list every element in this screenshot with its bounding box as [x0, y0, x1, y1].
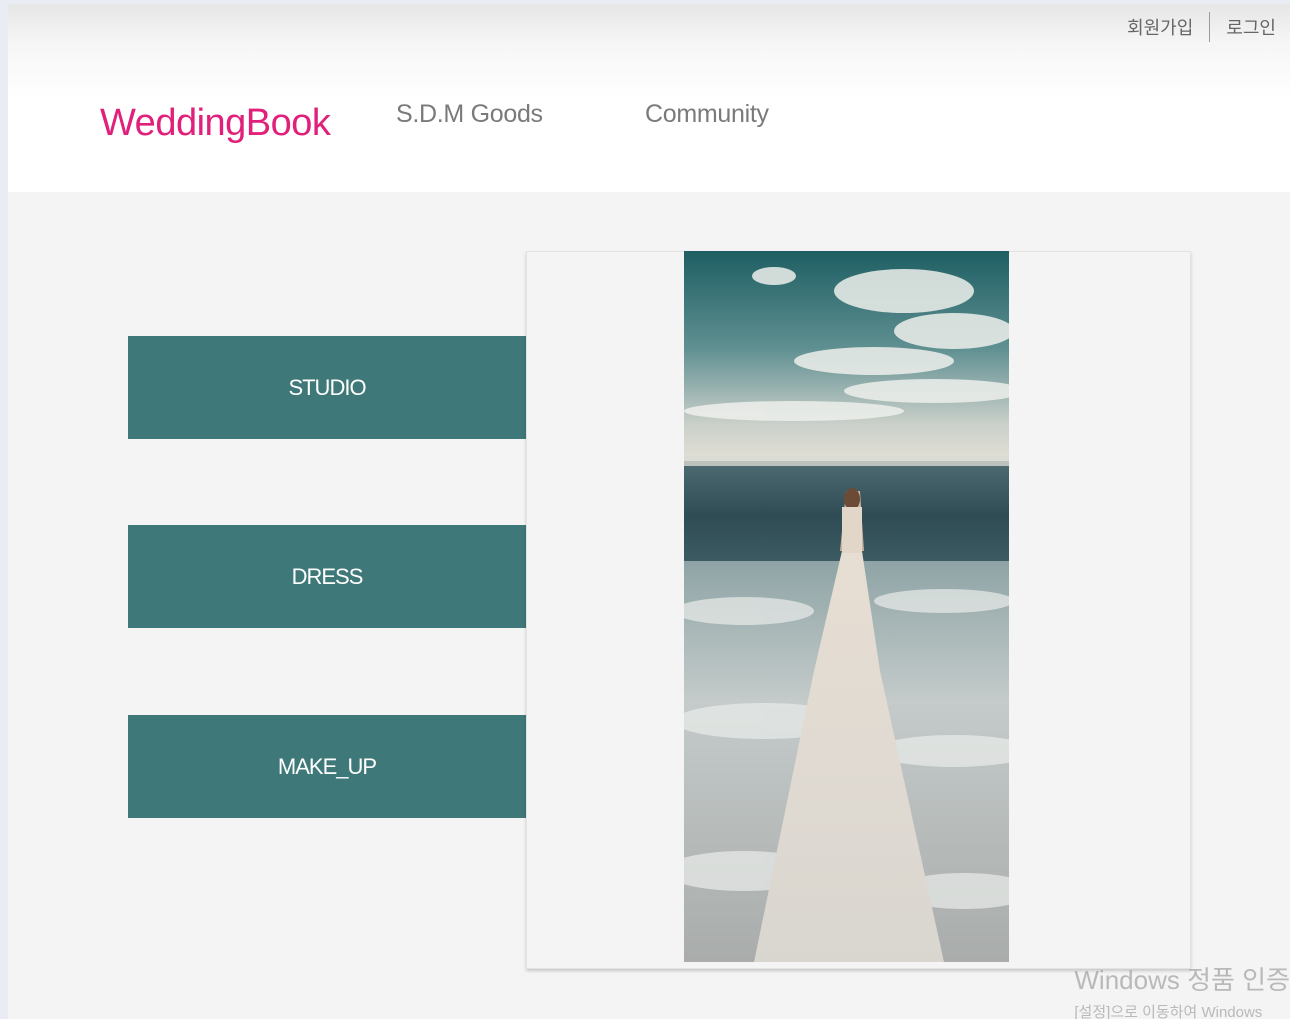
- featured-photo-card: [526, 251, 1191, 969]
- bride-ocean-photo[interactable]: [684, 251, 1009, 962]
- site-logo[interactable]: WeddingBook: [100, 102, 331, 145]
- auth-divider: [1209, 12, 1211, 42]
- studio-button[interactable]: STUDIO: [128, 336, 526, 439]
- nav-community[interactable]: Community: [645, 100, 769, 129]
- login-link[interactable]: 로그인: [1226, 14, 1276, 40]
- site-header: 회원가입 로그인 WeddingBook S.D.M Goods Communi…: [8, 4, 1290, 192]
- watermark-title: Windows 정품 인증: [1074, 965, 1290, 995]
- nav-sdm-goods[interactable]: S.D.M Goods: [396, 100, 543, 129]
- watermark-subtitle: [설정]으로 이동하여 Windows: [1074, 1004, 1263, 1019]
- makeup-button[interactable]: MAKE_UP: [128, 715, 526, 818]
- signup-link[interactable]: 회원가입: [1127, 14, 1193, 40]
- windows-activation-watermark: Windows 정품 인증 [설정]으로 이동하여 Windows: [1074, 960, 1290, 1019]
- dress-button[interactable]: DRESS: [128, 525, 526, 628]
- page: 회원가입 로그인 WeddingBook S.D.M Goods Communi…: [8, 4, 1290, 1019]
- photo-illustration: [684, 251, 1009, 962]
- auth-links: 회원가입 로그인: [1127, 12, 1276, 42]
